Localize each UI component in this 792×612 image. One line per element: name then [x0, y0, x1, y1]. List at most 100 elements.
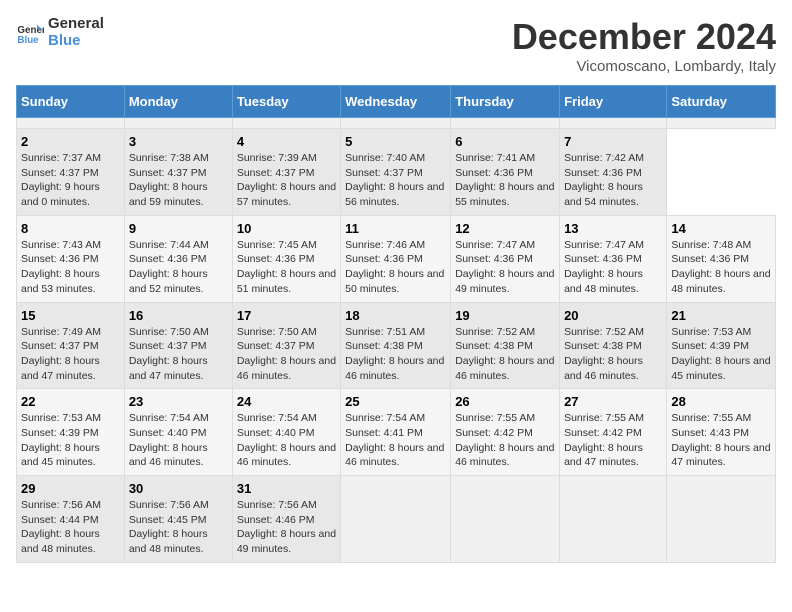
day-number: 4 [237, 134, 336, 149]
calendar-cell [667, 118, 776, 129]
calendar-cell: 5Sunrise: 7:40 AMSunset: 4:37 PMDaylight… [341, 129, 451, 216]
day-number: 27 [564, 394, 662, 409]
cell-info: Sunrise: 7:56 AMSunset: 4:45 PMDaylight:… [129, 498, 228, 557]
calendar-cell: 17 Sunrise: 7:50 AMSunset: 4:37 PMDayligh… [232, 302, 340, 389]
header: General Blue General Blue December 2024 … [16, 16, 776, 75]
cell-info: Sunrise: 7:52 AMSunset: 4:38 PMDaylight:… [564, 325, 662, 384]
calendar-week-row: 8 Sunrise: 7:43 AMSunset: 4:36 PMDaylight… [17, 215, 776, 302]
day-number: 25 [345, 394, 446, 409]
calendar-cell: 6Sunrise: 7:41 AMSunset: 4:36 PMDaylight… [451, 129, 560, 216]
cell-info: Sunrise: 7:47 AMSunset: 4:36 PMDaylight:… [564, 238, 662, 297]
day-number: 2 [21, 134, 120, 149]
cell-info: Sunrise: 7:47 AMSunset: 4:36 PMDaylight:… [455, 238, 555, 297]
day-number: 19 [455, 308, 555, 323]
cell-info: Sunrise: 7:54 AMSunset: 4:40 PMDaylight:… [237, 411, 336, 470]
day-number: 3 [129, 134, 228, 149]
calendar-cell: 22Sunrise: 7:53 AMSunset: 4:39 PMDayligh… [17, 389, 125, 476]
calendar-cell [341, 118, 451, 129]
calendar-cell: 9Sunrise: 7:44 AMSunset: 4:36 PMDaylight… [124, 215, 232, 302]
cell-info: Sunrise: 7:52 AMSunset: 4:38 PMDaylight:… [455, 325, 555, 384]
logo: General Blue General Blue [16, 16, 104, 49]
location-title: Vicomoscano, Lombardy, Italy [512, 58, 776, 75]
calendar-cell [451, 118, 560, 129]
header-sunday: Sunday [17, 86, 125, 118]
calendar-cell: 16Sunrise: 7:50 AMSunset: 4:37 PMDayligh… [124, 302, 232, 389]
header-friday: Friday [560, 86, 667, 118]
cell-info: Sunrise: 7:49 AMSunset: 4:37 PMDaylight:… [21, 325, 120, 384]
calendar-cell: 27 Sunrise: 7:55 AMSunset: 4:42 PMDayligh… [560, 389, 667, 476]
calendar-cell: 24 Sunrise: 7:54 AMSunset: 4:40 PMDayligh… [232, 389, 340, 476]
calendar-week-row: 15 Sunrise: 7:49 AMSunset: 4:37 PMDayligh… [17, 302, 776, 389]
cell-info: Sunrise: 7:38 AMSunset: 4:37 PMDaylight:… [129, 151, 228, 210]
day-number: 8 [21, 221, 120, 236]
calendar-cell: 18 Sunrise: 7:51 AMSunset: 4:38 PMDayligh… [341, 302, 451, 389]
calendar-cell: 7Sunrise: 7:42 AMSunset: 4:36 PMDaylight… [560, 129, 667, 216]
day-number: 24 [237, 394, 336, 409]
calendar-cell: 20 Sunrise: 7:52 AMSunset: 4:38 PMDayligh… [560, 302, 667, 389]
cell-info: Sunrise: 7:51 AMSunset: 4:38 PMDaylight:… [345, 325, 446, 384]
cell-info: Sunrise: 7:50 AMSunset: 4:37 PMDaylight:… [237, 325, 336, 384]
calendar-cell: 8 Sunrise: 7:43 AMSunset: 4:36 PMDaylight… [17, 215, 125, 302]
calendar-cell: 30 Sunrise: 7:56 AMSunset: 4:45 PMDayligh… [124, 476, 232, 563]
cell-info: Sunrise: 7:56 AMSunset: 4:44 PMDaylight:… [21, 498, 120, 557]
calendar-cell: 15 Sunrise: 7:49 AMSunset: 4:37 PMDayligh… [17, 302, 125, 389]
day-number: 15 [21, 308, 120, 323]
header-saturday: Saturday [667, 86, 776, 118]
day-number: 31 [237, 481, 336, 496]
cell-info: Sunrise: 7:54 AMSunset: 4:41 PMDaylight:… [345, 411, 446, 470]
calendar-cell: 19 Sunrise: 7:52 AMSunset: 4:38 PMDayligh… [451, 302, 560, 389]
calendar-cell: 12 Sunrise: 7:47 AMSunset: 4:36 PMDayligh… [451, 215, 560, 302]
calendar-week-row: 29Sunrise: 7:56 AMSunset: 4:44 PMDayligh… [17, 476, 776, 563]
calendar-week-row: 2Sunrise: 7:37 AMSunset: 4:37 PMDaylight… [17, 129, 776, 216]
cell-info: Sunrise: 7:53 AMSunset: 4:39 PMDaylight:… [21, 411, 120, 470]
day-number: 26 [455, 394, 555, 409]
calendar-cell [451, 476, 560, 563]
header-tuesday: Tuesday [232, 86, 340, 118]
day-number: 30 [129, 481, 228, 496]
svg-text:Blue: Blue [17, 34, 39, 45]
month-title: December 2024 [512, 16, 776, 58]
calendar-cell [124, 118, 232, 129]
calendar-cell [232, 118, 340, 129]
day-number: 21 [671, 308, 771, 323]
calendar-cell [667, 476, 776, 563]
cell-info: Sunrise: 7:50 AMSunset: 4:37 PMDaylight:… [129, 325, 228, 384]
day-number: 20 [564, 308, 662, 323]
calendar-week-row: 22Sunrise: 7:53 AMSunset: 4:39 PMDayligh… [17, 389, 776, 476]
calendar-cell: 13 Sunrise: 7:47 AMSunset: 4:36 PMDayligh… [560, 215, 667, 302]
calendar-cell: 28Sunrise: 7:55 AMSunset: 4:43 PMDayligh… [667, 389, 776, 476]
logo-icon: General Blue [16, 19, 44, 47]
day-number: 13 [564, 221, 662, 236]
calendar-cell: 2Sunrise: 7:37 AMSunset: 4:37 PMDaylight… [17, 129, 125, 216]
calendar-cell [341, 476, 451, 563]
day-number: 18 [345, 308, 446, 323]
calendar-cell [560, 476, 667, 563]
day-number: 10 [237, 221, 336, 236]
cell-info: Sunrise: 7:43 AMSunset: 4:36 PMDaylight:… [21, 238, 120, 297]
day-number: 12 [455, 221, 555, 236]
header-wednesday: Wednesday [341, 86, 451, 118]
header-thursday: Thursday [451, 86, 560, 118]
cell-info: Sunrise: 7:56 AMSunset: 4:46 PMDaylight:… [237, 498, 336, 557]
calendar-cell: 31 Sunrise: 7:56 AMSunset: 4:46 PMDayligh… [232, 476, 340, 563]
logo-line1: General [48, 16, 104, 33]
cell-info: Sunrise: 7:55 AMSunset: 4:42 PMDaylight:… [564, 411, 662, 470]
calendar-cell [17, 118, 125, 129]
day-number: 14 [671, 221, 771, 236]
cell-info: Sunrise: 7:46 AMSunset: 4:36 PMDaylight:… [345, 238, 446, 297]
header-monday: Monday [124, 86, 232, 118]
day-number: 28 [671, 394, 771, 409]
cell-info: Sunrise: 7:45 AMSunset: 4:36 PMDaylight:… [237, 238, 336, 297]
calendar-cell: 29Sunrise: 7:56 AMSunset: 4:44 PMDayligh… [17, 476, 125, 563]
calendar-cell: 11Sunrise: 7:46 AMSunset: 4:36 PMDayligh… [341, 215, 451, 302]
day-number: 17 [237, 308, 336, 323]
calendar-cell: 23Sunrise: 7:54 AMSunset: 4:40 PMDayligh… [124, 389, 232, 476]
cell-info: Sunrise: 7:54 AMSunset: 4:40 PMDaylight:… [129, 411, 228, 470]
calendar-cell: 25 Sunrise: 7:54 AMSunset: 4:41 PMDayligh… [341, 389, 451, 476]
calendar-cell: 10 Sunrise: 7:45 AMSunset: 4:36 PMDayligh… [232, 215, 340, 302]
calendar-cell: 14Sunrise: 7:48 AMSunset: 4:36 PMDayligh… [667, 215, 776, 302]
cell-info: Sunrise: 7:55 AMSunset: 4:42 PMDaylight:… [455, 411, 555, 470]
calendar-cell: 4Sunrise: 7:39 AMSunset: 4:37 PMDaylight… [232, 129, 340, 216]
day-number: 6 [455, 134, 555, 149]
calendar-table: SundayMondayTuesdayWednesdayThursdayFrid… [16, 85, 776, 563]
